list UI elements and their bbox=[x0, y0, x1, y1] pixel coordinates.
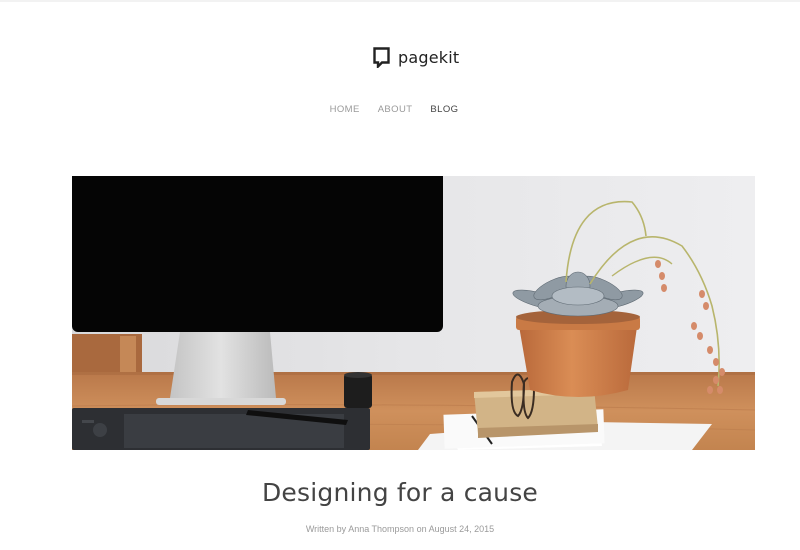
nav-item-about[interactable]: ABOUT bbox=[378, 104, 413, 118]
post-title[interactable]: Designing for a cause bbox=[0, 478, 800, 507]
site-logo-text: pagekit bbox=[398, 47, 460, 67]
post-meta-on: on bbox=[416, 524, 427, 534]
nav-item-blog[interactable]: BLOG bbox=[430, 104, 458, 118]
post-meta-prefix: Written by bbox=[305, 524, 347, 534]
desk-photo-illustration bbox=[72, 176, 755, 450]
main-nav: HOME ABOUT BLOG bbox=[0, 104, 800, 118]
post-date: August 24, 2015 bbox=[428, 524, 495, 534]
page: pagekit HOME ABOUT BLOG Designing for a … bbox=[0, 0, 800, 550]
post-meta: Written by Anna Thompson on August 24, 2… bbox=[0, 524, 800, 534]
pagekit-logo-icon bbox=[373, 46, 390, 68]
nav-item-home[interactable]: HOME bbox=[330, 104, 360, 118]
hero-image[interactable] bbox=[72, 176, 755, 450]
site-logo-link[interactable]: pagekit bbox=[373, 46, 459, 68]
top-border bbox=[0, 0, 800, 2]
post-author: Anna Thompson bbox=[348, 524, 415, 534]
